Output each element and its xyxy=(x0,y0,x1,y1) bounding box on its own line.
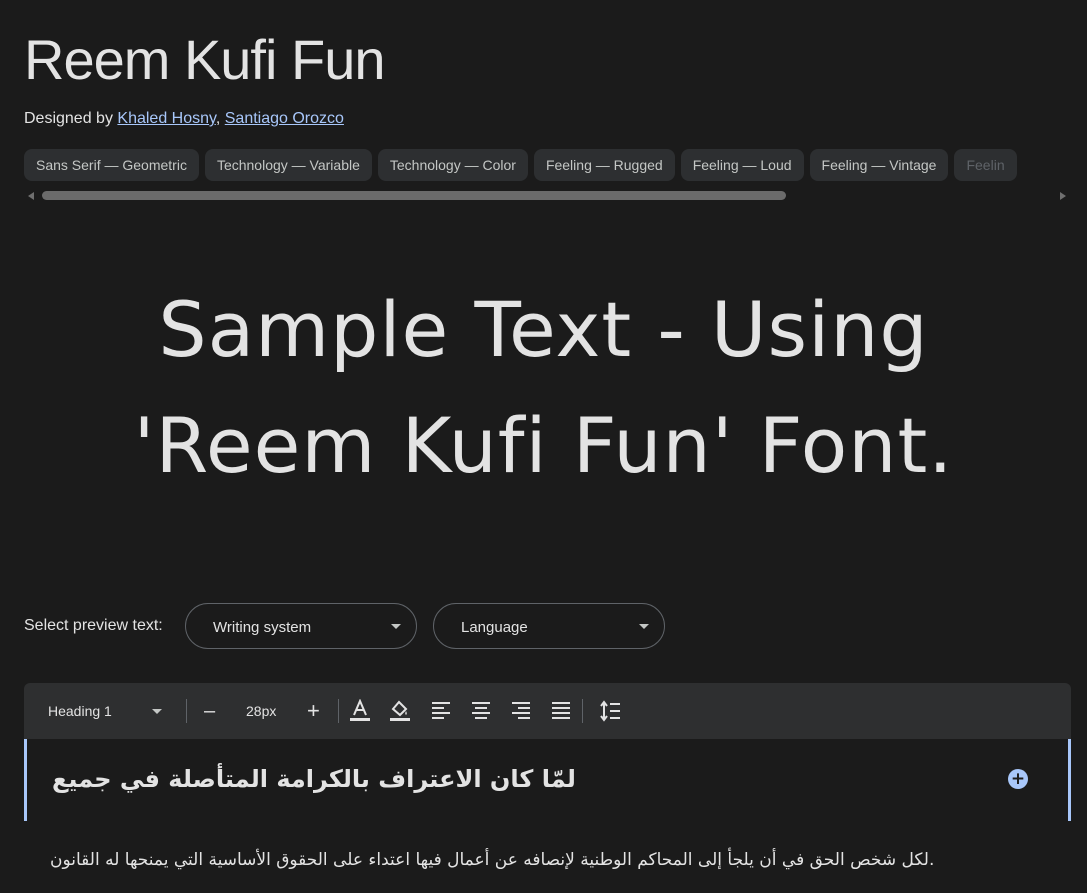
designer-separator: , xyxy=(215,110,221,127)
designer-credits: Designed by Khaled Hosny, Santiago Orozc… xyxy=(24,110,344,128)
designer-link-khaled[interactable]: Khaled Hosny xyxy=(117,110,215,127)
scroll-left-icon[interactable] xyxy=(28,192,34,200)
font-size-value[interactable]: 28px xyxy=(246,683,276,739)
editor-heading-block[interactable]: لمّا كان الاعتراف بالكرامة المتأصلة في ج… xyxy=(24,739,1071,821)
line-height-icon[interactable] xyxy=(599,700,621,722)
highlight-color-icon[interactable] xyxy=(389,699,411,723)
language-select[interactable]: Language xyxy=(433,603,665,649)
toolbar-divider xyxy=(338,699,339,723)
sample-text-preview: Sample Text - Using 'Reem Kufi Fun' Font… xyxy=(133,285,954,490)
editor-paragraph-text[interactable]: .لكل شخص الحق في أن يلجأ إلى المحاكم الو… xyxy=(50,845,1000,875)
tag-chip[interactable]: Technology — Variable xyxy=(204,149,372,181)
text-color-icon[interactable] xyxy=(349,699,371,723)
font-title: Reem Kufi Fun xyxy=(24,28,385,91)
writing-system-label: Writing system xyxy=(213,619,312,636)
tag-chip[interactable]: Feeling — Rugged xyxy=(533,149,675,181)
tag-chip[interactable]: Technology — Color xyxy=(377,149,528,181)
editor-heading-text[interactable]: لمّا كان الاعتراف بالكرامة المتأصلة في ج… xyxy=(52,765,576,793)
language-label: Language xyxy=(461,619,528,636)
tag-chip[interactable]: Feelin xyxy=(954,149,1017,181)
add-block-icon[interactable]: + xyxy=(1008,769,1028,789)
chevron-down-icon xyxy=(639,624,649,629)
tags-scrollbar[interactable] xyxy=(24,190,1070,202)
style-select[interactable]: Heading 1 xyxy=(48,683,178,739)
editor-toolbar: Heading 1 – 28px + xyxy=(24,683,1071,739)
align-left-icon[interactable] xyxy=(431,701,451,721)
toolbar-divider xyxy=(582,699,583,723)
scroll-right-icon[interactable] xyxy=(1060,192,1066,200)
toolbar-divider xyxy=(186,699,187,723)
align-center-icon[interactable] xyxy=(471,701,491,721)
scrollbar-thumb[interactable] xyxy=(42,191,786,200)
tag-chip[interactable]: Sans Serif — Geometric xyxy=(24,149,199,181)
align-right-icon[interactable] xyxy=(511,701,531,721)
writing-system-select[interactable]: Writing system xyxy=(185,603,417,649)
increase-size-button[interactable]: + xyxy=(307,683,320,739)
chevron-down-icon xyxy=(391,624,401,629)
tag-list: Sans Serif — Geometric Technology — Varia… xyxy=(24,149,1070,183)
decrease-size-button[interactable]: – xyxy=(204,683,215,739)
chevron-down-icon xyxy=(152,709,162,714)
designed-by-label: Designed by xyxy=(24,110,113,127)
tag-chip[interactable]: Feeling — Loud xyxy=(680,149,804,181)
preview-text-label: Select preview text: xyxy=(24,617,163,634)
style-select-label: Heading 1 xyxy=(48,703,112,719)
designer-link-santiago[interactable]: Santiago Orozco xyxy=(225,110,344,127)
align-justify-icon[interactable] xyxy=(551,701,571,721)
tag-chip[interactable]: Feeling — Vintage xyxy=(809,149,949,181)
